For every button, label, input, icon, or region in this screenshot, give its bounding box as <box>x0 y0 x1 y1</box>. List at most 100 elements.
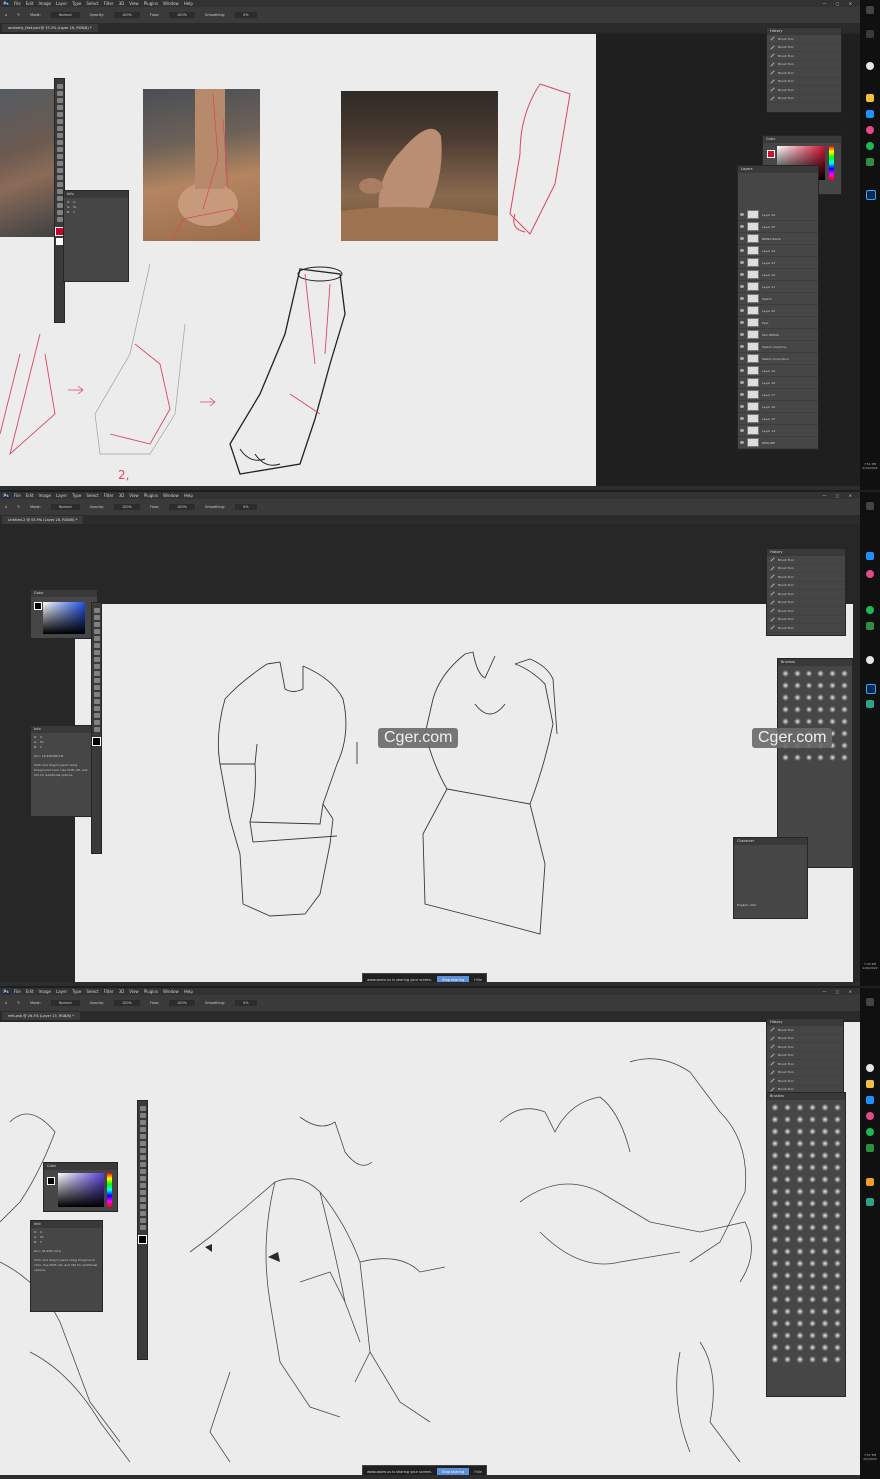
history-item[interactable]: Brush Tool <box>767 1043 843 1052</box>
brush-icon[interactable] <box>139 1155 146 1160</box>
history-item[interactable]: Brush Tool <box>767 590 845 599</box>
photoshop-taskbar-icon[interactable] <box>866 684 876 694</box>
document-tab[interactable]: anatomy_feet.psd @ 33.3% (Layer 16, RGB/… <box>2 24 98 32</box>
hand-icon[interactable] <box>56 210 63 215</box>
eyedropper-icon[interactable] <box>139 1141 146 1146</box>
menu-edit[interactable]: Edit <box>26 1 34 6</box>
eraser-icon[interactable] <box>139 1169 146 1174</box>
visibility-eye-icon[interactable] <box>740 225 744 228</box>
layer-row[interactable]: BRING BACK <box>738 233 818 245</box>
marquee-tool-icon[interactable] <box>139 1113 146 1118</box>
visibility-eye-icon[interactable] <box>740 381 744 384</box>
layer-row[interactable]: Layer 16 <box>738 401 818 413</box>
blur-icon[interactable] <box>56 168 63 173</box>
visibility-eye-icon[interactable] <box>740 309 744 312</box>
chrome-icon[interactable] <box>866 62 874 70</box>
file-explorer-icon[interactable] <box>866 94 874 102</box>
zoom-icon[interactable] <box>93 727 100 732</box>
gradient-icon[interactable] <box>139 1176 146 1181</box>
menu-layer[interactable]: Layer <box>56 989 67 994</box>
visibility-eye-icon[interactable] <box>740 345 744 348</box>
color-field[interactable] <box>58 1173 104 1207</box>
mode-select[interactable]: Normal <box>50 12 80 18</box>
visibility-eye-icon[interactable] <box>740 237 744 240</box>
lasso-tool-icon[interactable] <box>93 622 100 627</box>
menu-layer[interactable]: Layer <box>56 1 67 6</box>
foreground-swatch[interactable] <box>34 602 42 610</box>
smoothing-input[interactable]: 0% <box>235 12 257 18</box>
brush-tool-icon[interactable]: ✎ <box>17 505 20 509</box>
gradient-icon[interactable] <box>93 678 100 683</box>
photoshop-taskbar-icon[interactable] <box>866 190 876 200</box>
zoom-icon[interactable] <box>139 1225 146 1230</box>
history-item[interactable]: Brush Tool <box>767 582 845 590</box>
eraser-icon[interactable] <box>93 671 100 676</box>
dodge-icon[interactable] <box>56 175 63 180</box>
app-icon-orange[interactable] <box>866 1178 874 1186</box>
crop-tool-icon[interactable] <box>56 112 63 117</box>
foreground-swatch[interactable] <box>767 150 775 158</box>
layer-row[interactable]: Layer 21 <box>738 281 818 293</box>
color-field[interactable] <box>43 602 85 634</box>
layer-row[interactable]: Layer 17 <box>738 389 818 401</box>
menu-file[interactable]: File <box>14 1 21 6</box>
visibility-eye-icon[interactable] <box>740 429 744 432</box>
history-item[interactable]: Brush Tool <box>767 1052 843 1060</box>
edge-icon[interactable] <box>866 552 874 560</box>
menu-filter[interactable]: Filter <box>104 989 114 994</box>
history-item[interactable]: Brush Tool <box>767 1077 843 1086</box>
menu-filter[interactable]: Filter <box>104 493 114 498</box>
layer-row[interactable]: Layer 22 <box>738 269 818 281</box>
history-brush-icon[interactable] <box>56 147 63 152</box>
zoom-app-icon[interactable] <box>866 1198 874 1206</box>
visibility-eye-icon[interactable] <box>740 213 744 216</box>
crop-tool-icon[interactable] <box>139 1134 146 1139</box>
lasso-tool-icon[interactable] <box>56 98 63 103</box>
flow-input[interactable]: 100% <box>168 12 195 18</box>
stamp-icon[interactable] <box>56 140 63 145</box>
menu-select[interactable]: Select <box>86 1 98 6</box>
history-item[interactable]: Brush Tool <box>767 44 841 52</box>
edge-icon[interactable] <box>866 110 874 118</box>
marquee-tool-icon[interactable] <box>56 91 63 96</box>
menu-file[interactable]: File <box>14 493 21 498</box>
type-icon[interactable] <box>93 706 100 711</box>
flow-input[interactable]: 100% <box>168 504 195 510</box>
blur-icon[interactable] <box>93 685 100 690</box>
brush-icon[interactable] <box>56 133 63 138</box>
menu-edit[interactable]: Edit <box>26 989 34 994</box>
layer-row[interactable]: REDLINE <box>738 437 818 449</box>
menu-help[interactable]: Help <box>184 493 193 498</box>
menu-type[interactable]: Type <box>72 493 81 498</box>
layer-row[interactable]: Layer 25 <box>738 221 818 233</box>
hue-slider[interactable] <box>107 1173 112 1207</box>
app-icon-green[interactable] <box>866 1144 874 1152</box>
brush-presets-grid[interactable] <box>778 666 852 765</box>
layer-row[interactable]: Layer 14 <box>738 425 818 437</box>
app-icon-green[interactable] <box>866 622 874 630</box>
magic-wand-icon[interactable] <box>93 629 100 634</box>
visibility-eye-icon[interactable] <box>740 297 744 300</box>
window-controls[interactable]: — ▢ ✕ <box>822 1 856 6</box>
menu-select[interactable]: Select <box>86 989 98 994</box>
app-icon-pink[interactable] <box>866 570 874 578</box>
move-tool-icon[interactable] <box>93 608 100 613</box>
spotify-icon[interactable] <box>866 1128 874 1136</box>
healing-brush-icon[interactable] <box>56 126 63 131</box>
flow-input[interactable]: 100% <box>168 1000 195 1006</box>
eraser-icon[interactable] <box>56 154 63 159</box>
history-item[interactable]: Brush Tool <box>767 52 841 61</box>
pen-icon[interactable] <box>56 182 63 187</box>
menu-3d[interactable]: 3D <box>119 493 125 498</box>
marquee-tool-icon[interactable] <box>93 615 100 620</box>
layer-row[interactable]: Layer 18 <box>738 377 818 389</box>
brush-presets-grid[interactable] <box>767 1100 845 1367</box>
visibility-eye-icon[interactable] <box>740 393 744 396</box>
layer-row[interactable]: Layer 20 <box>738 305 818 317</box>
menu-view[interactable]: View <box>129 989 139 994</box>
shape-icon[interactable] <box>139 1211 146 1216</box>
home-icon[interactable]: ⌂ <box>5 1001 7 1005</box>
visibility-eye-icon[interactable] <box>740 369 744 372</box>
history-item[interactable]: Brush Tool <box>767 556 845 565</box>
window-controls[interactable]: — ▢ ✕ <box>822 493 856 498</box>
